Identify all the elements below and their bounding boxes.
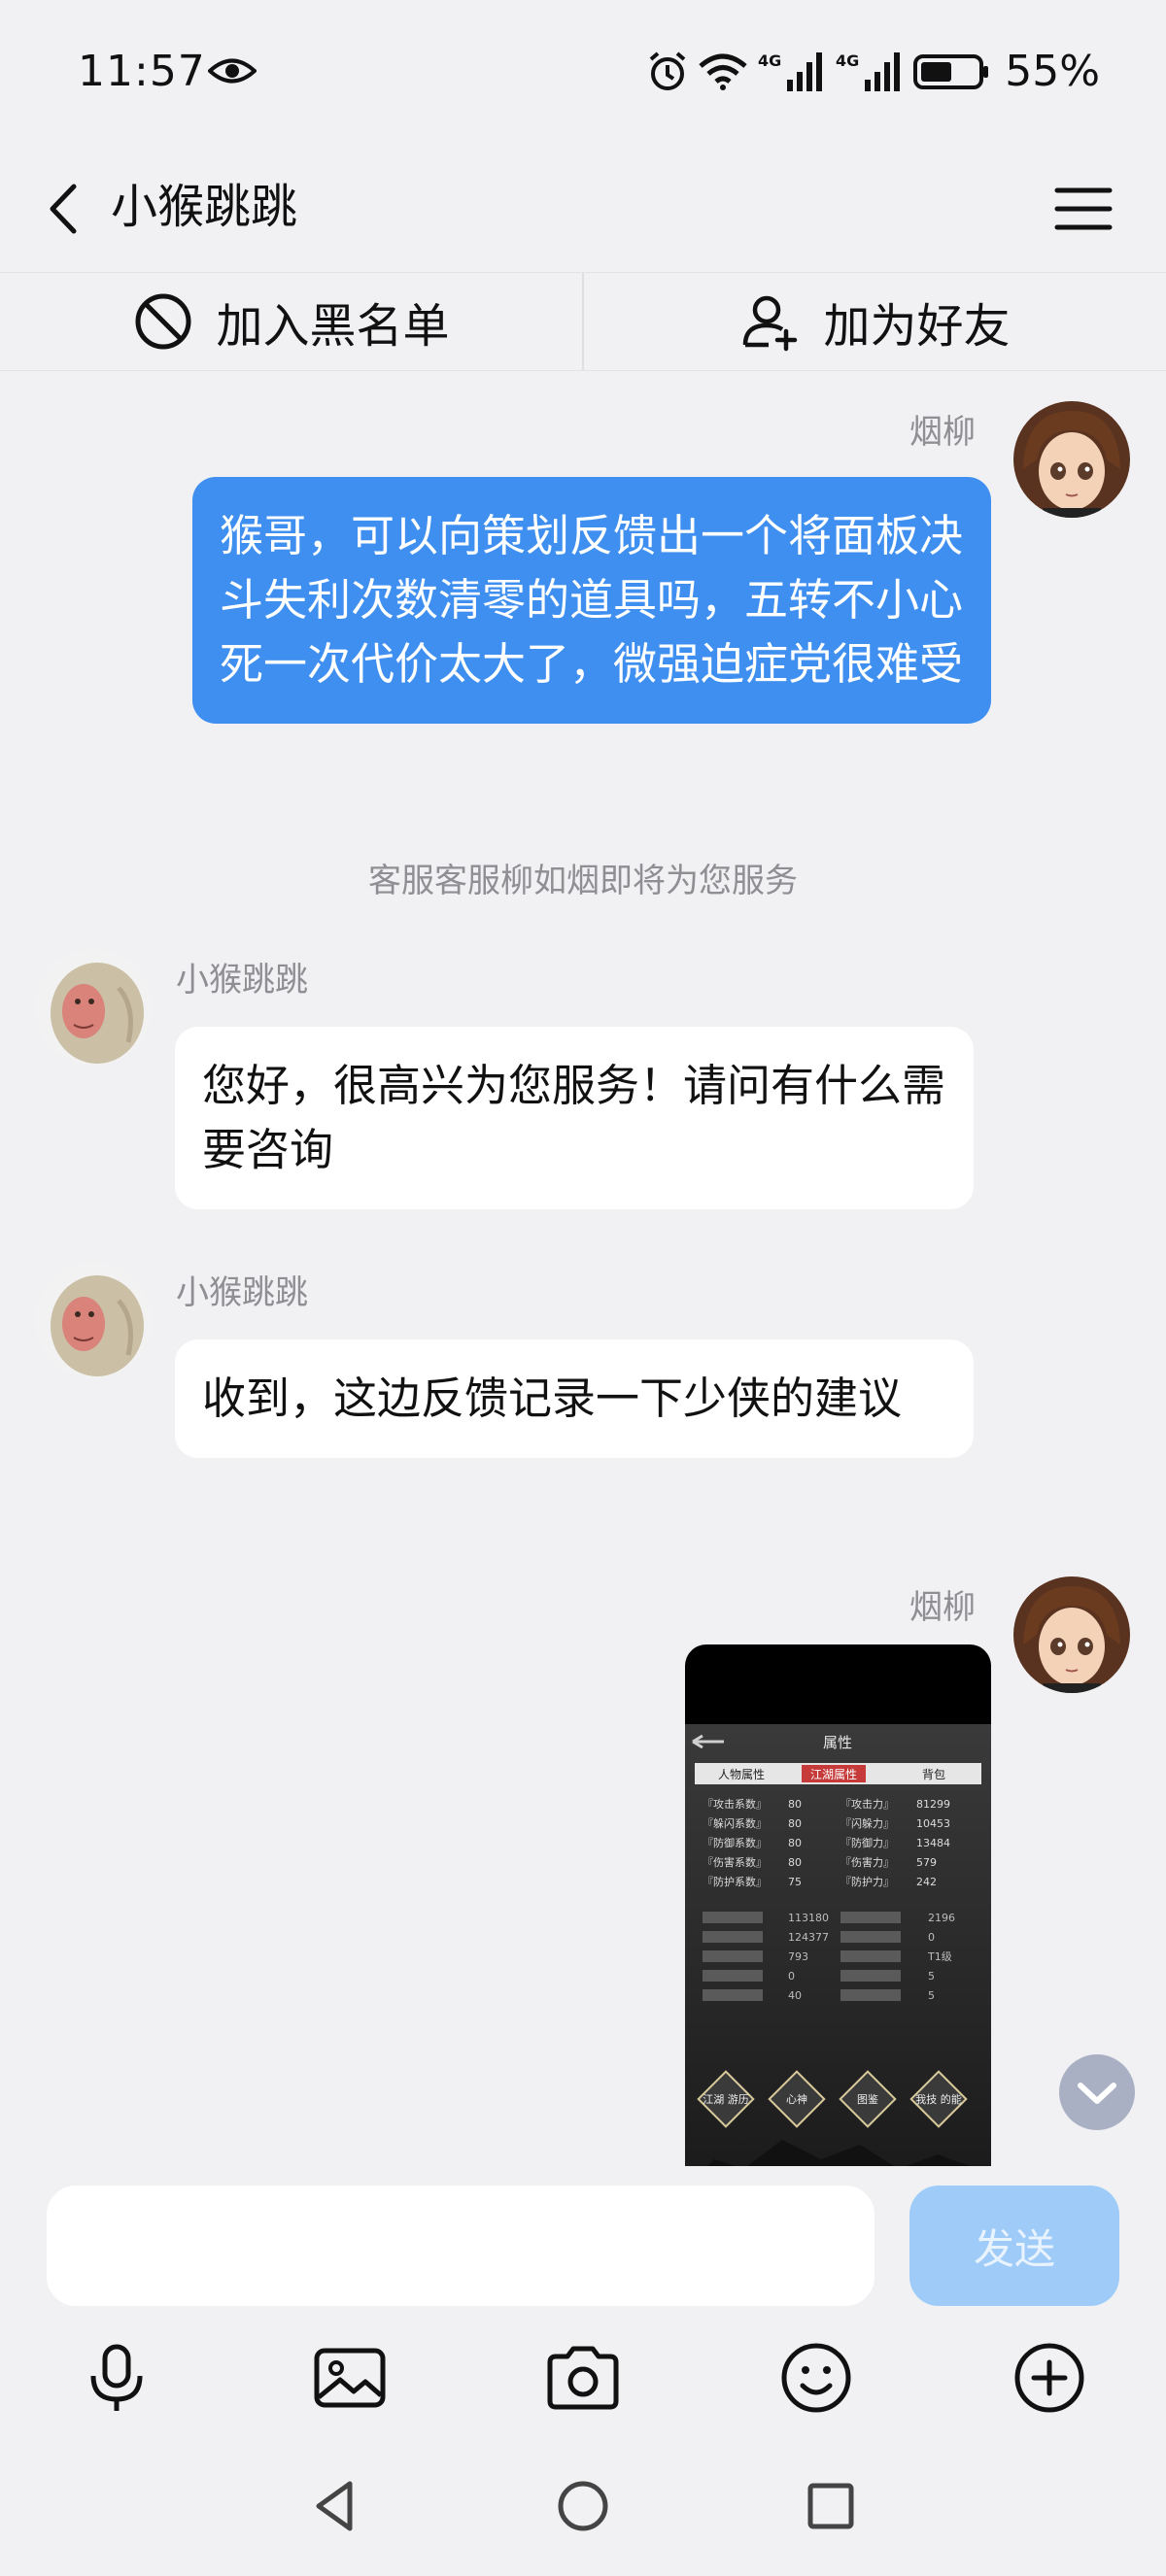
add-friend-label: 加为好友 <box>823 299 1011 354</box>
svg-text:80: 80 <box>788 1798 802 1811</box>
sender-name: 小猴跳跳 <box>176 1273 308 1312</box>
svg-text:『防御力』: 『防御力』 <box>840 1836 894 1849</box>
anime-girl-avatar-icon <box>1013 401 1130 518</box>
svg-text:579: 579 <box>916 1856 937 1869</box>
svg-text:80: 80 <box>788 1817 802 1830</box>
input-toolbar <box>0 2312 1166 2443</box>
svg-text:江湖属性: 江湖属性 <box>810 1767 857 1781</box>
chat-header: 小猴跳跳 <box>0 146 1166 272</box>
svg-text:793: 793 <box>788 1950 808 1963</box>
svg-text:80: 80 <box>788 1837 802 1849</box>
blacklist-label: 加入黑名单 <box>216 299 450 354</box>
svg-text:2196: 2196 <box>928 1912 955 1924</box>
screenshot-title: 属性 <box>823 1734 852 1751</box>
eye-icon <box>208 58 257 84</box>
status-time: 11:57 <box>78 47 206 96</box>
svg-text:5: 5 <box>928 1989 935 2002</box>
battery-percentage: 55% <box>1005 47 1100 96</box>
message-input[interactable] <box>47 2186 874 2306</box>
svg-text:我技 的能: 我技 的能 <box>915 2092 962 2106</box>
svg-text:75: 75 <box>788 1876 802 1888</box>
svg-text:40: 40 <box>788 1989 802 2002</box>
svg-text:『伤害力』: 『伤害力』 <box>840 1855 894 1869</box>
image-message[interactable]: 属性 人物属性 江湖属性 背包 『攻击系数』 80 『攻击力』 81299 『躲闪系… <box>685 1644 991 2166</box>
battery-icon <box>913 53 989 89</box>
chat-messages[interactable]: 烟柳 猴哥，可以向策划反馈出一个将面板决斗失利次数清零的道具吗，五转不小心死一次… <box>0 372 1166 2166</box>
message-bubble-outgoing[interactable]: 猴哥，可以向策划反馈出一个将面板决斗失利次数清零的道具吗，五转不小心死一次代价太… <box>192 477 991 724</box>
game-screenshot-image: 属性 人物属性 江湖属性 背包 『攻击系数』 80 『攻击力』 81299 『躲闪系… <box>685 1724 991 2166</box>
svg-text:124377: 124377 <box>788 1931 829 1944</box>
monkey-avatar-icon <box>35 949 152 1066</box>
scroll-to-bottom-button[interactable] <box>1057 2052 1137 2132</box>
add-friend-button[interactable]: 加为好友 <box>582 273 1166 370</box>
system-message: 客服客服柳如烟即将为您服务 <box>368 862 798 900</box>
svg-text:人物属性: 人物属性 <box>718 1768 765 1781</box>
microphone-icon[interactable] <box>78 2339 155 2417</box>
message-bubble-incoming[interactable]: 收到，这边反馈记录一下少侠的建议 <box>175 1339 974 1458</box>
plus-icon[interactable] <box>1011 2339 1088 2417</box>
svg-text:『躲闪系数』: 『躲闪系数』 <box>703 1816 767 1830</box>
svg-text:5: 5 <box>928 1970 935 1983</box>
alarm-icon <box>649 51 686 90</box>
sender-name: 烟柳 <box>909 413 976 452</box>
svg-text:『伤害系数』: 『伤害系数』 <box>703 1855 767 1869</box>
svg-text:T1级: T1级 <box>927 1950 952 1963</box>
svg-text:80: 80 <box>788 1856 802 1869</box>
svg-text:13484: 13484 <box>916 1837 950 1849</box>
recents-square-icon[interactable] <box>797 2472 865 2540</box>
avatar[interactable] <box>35 1262 152 1378</box>
avatar[interactable] <box>35 949 152 1066</box>
block-icon <box>135 293 191 350</box>
svg-text:113180: 113180 <box>788 1912 829 1924</box>
svg-text:『闪躲力』: 『闪躲力』 <box>840 1816 894 1830</box>
svg-text:0: 0 <box>788 1970 795 1983</box>
send-button[interactable]: 发送 <box>909 2186 1119 2306</box>
signal-2-icon: 4G <box>836 51 901 91</box>
svg-text:图鉴: 图鉴 <box>857 2093 878 2106</box>
svg-text:10453: 10453 <box>916 1817 950 1830</box>
add-to-blacklist-button[interactable]: 加入黑名单 <box>0 273 582 370</box>
back-triangle-icon[interactable] <box>301 2472 369 2540</box>
message-input-bar: 发送 <box>0 2166 1166 2312</box>
status-icons: 4G 4G 55% <box>647 47 1100 96</box>
signal-1-icon: 4G <box>758 51 823 91</box>
avatar[interactable] <box>1013 401 1130 518</box>
svg-text:4G: 4G <box>758 51 781 70</box>
svg-text:『攻击系数』: 『攻击系数』 <box>703 1797 767 1811</box>
sender-name: 烟柳 <box>909 1588 976 1627</box>
monkey-avatar-icon <box>35 1262 152 1378</box>
system-navigation-bar <box>0 2443 1166 2576</box>
avatar[interactable] <box>1013 1576 1130 1693</box>
home-circle-icon[interactable] <box>549 2472 617 2540</box>
svg-text:背包: 背包 <box>922 1768 945 1781</box>
anime-girl-avatar-icon <box>1013 1576 1130 1693</box>
svg-text:『防护系数』: 『防护系数』 <box>703 1875 767 1888</box>
emoji-icon[interactable] <box>777 2339 855 2417</box>
svg-text:『攻击力』: 『攻击力』 <box>840 1797 894 1811</box>
hamburger-menu-icon[interactable] <box>1049 175 1117 243</box>
svg-text:81299: 81299 <box>916 1798 950 1811</box>
camera-icon[interactable] <box>544 2339 622 2417</box>
svg-text:『防御系数』: 『防御系数』 <box>703 1836 767 1849</box>
wifi-icon <box>699 53 747 90</box>
add-user-icon <box>743 295 798 352</box>
sender-name: 小猴跳跳 <box>176 961 308 1000</box>
status-bar: 11:57 4G 4G 55% <box>0 0 1166 146</box>
contact-action-bar: 加入黑名单 加为好友 <box>0 272 1166 371</box>
chat-title: 小猴跳跳 <box>111 180 298 234</box>
svg-text:242: 242 <box>916 1876 937 1888</box>
message-bubble-incoming[interactable]: 您好，很高兴为您服务！请问有什么需要咨询 <box>175 1027 974 1209</box>
svg-text:心神: 心神 <box>786 2092 807 2106</box>
svg-text:4G: 4G <box>836 51 859 70</box>
svg-text:0: 0 <box>928 1931 935 1944</box>
chevron-left-icon[interactable] <box>39 175 87 243</box>
svg-text:『防护力』: 『防护力』 <box>840 1875 894 1888</box>
image-icon[interactable] <box>311 2339 389 2417</box>
svg-text:江湖 游历: 江湖 游历 <box>703 2093 749 2106</box>
